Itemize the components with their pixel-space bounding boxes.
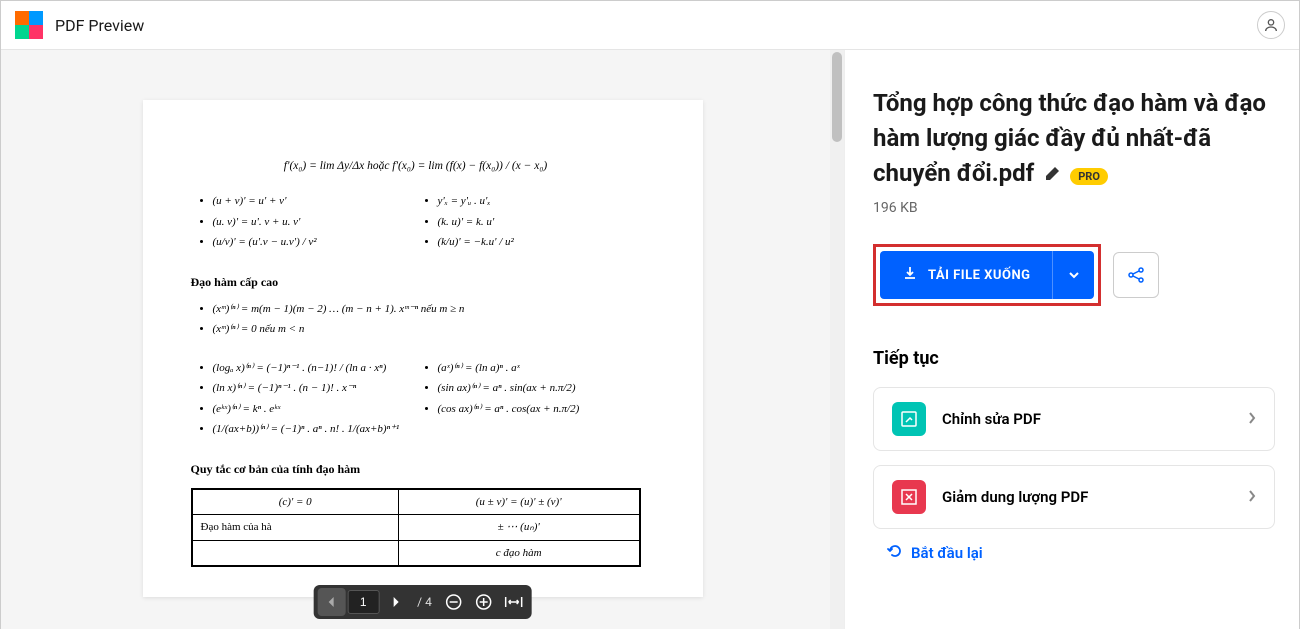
table-cell: c đạo hàm [398,540,639,566]
compress-pdf-card[interactable]: Giảm dung lượng PDF [873,465,1275,529]
restart-icon [887,543,903,563]
chevron-right-icon [1248,488,1256,507]
table-cell: Đạo hàm của hà [192,515,398,541]
formula-item: (cos ax)⁽ⁿ⁾ = aⁿ . cos(ax + n.π/2) [438,401,641,418]
edit-pdf-card[interactable]: Chỉnh sửa PDF [873,387,1275,451]
file-title: Tổng hợp công thức đạo hàm và đạo hàm lư… [873,89,1266,187]
formula-item: (u. v)' = u'. v + u. v' [213,214,416,231]
formula-item: (k/u)' = −k.u' / u² [438,234,641,251]
restart-button[interactable]: Bắt đầu lại [873,543,1275,563]
edit-pdf-icon [892,402,926,436]
pro-badge: PRO [1070,168,1108,185]
formula-text: f'(x₀) = lim Δy/Δx hoặc f'(x₀) = lim (f(… [191,158,641,175]
compress-pdf-label: Giảm dung lượng PDF [942,488,1232,506]
next-page-button[interactable] [381,588,409,616]
page-number-input[interactable] [347,590,379,614]
pdf-preview-pane: f'(x₀) = lim Δy/Δx hoặc f'(x₀) = lim (f(… [1,50,844,629]
formula-item: (xᵐ)⁽ⁿ⁾ = m(m − 1)(m − 2) … (m − n + 1).… [213,301,641,318]
formula-item: (k. u)' = k. u' [438,214,641,231]
formula-item: (xᵐ)⁽ⁿ⁾ = 0 nếu m < n [213,321,641,338]
formula-item: (ln x)⁽ⁿ⁾ = (−1)ⁿ⁻¹ . (n − 1)! . x⁻ⁿ [213,380,416,397]
table-cell: ± ⋯ (uₙ)' [398,515,639,541]
app-logo [15,11,43,39]
user-avatar[interactable] [1257,11,1285,39]
download-icon [902,265,918,285]
table-cell: (u ± v)' = (u)' ± (v)' [398,489,639,515]
rename-icon[interactable] [1044,166,1060,186]
app-header: PDF Preview [1,1,1299,50]
formula-item: (eᵏˣ)⁽ⁿ⁾ = kⁿ . eᵏˣ [213,401,416,418]
formula-item: (u/v)' = (u'.v − u.v') / v² [213,234,416,251]
page-toolbar: / 4 [313,585,532,619]
formula-item: (sin ax)⁽ⁿ⁾ = aⁿ . sin(ax + n.π/2) [438,380,641,397]
pdf-page: f'(x₀) = lim Δy/Δx hoặc f'(x₀) = lim (f(… [143,100,703,597]
table-cell: (c)' = 0 [192,489,398,515]
rules-table: (c)' = 0 (u ± v)' = (u)' ± (v)' Đạo hàm … [191,488,641,568]
download-button[interactable]: TẢI FILE XUỐNG [880,251,1094,299]
header-title: PDF Preview [55,16,144,35]
download-label: TẢI FILE XUỐNG [928,268,1030,283]
chevron-right-icon [1248,410,1256,429]
zoom-in-button[interactable] [470,588,498,616]
download-highlight: TẢI FILE XUỐNG [873,244,1101,306]
zoom-out-button[interactable] [440,588,468,616]
page-total-label: / 4 [411,595,438,609]
edit-pdf-label: Chỉnh sửa PDF [942,410,1232,428]
compress-pdf-icon [892,480,926,514]
sidebar: Tổng hợp công thức đạo hàm và đạo hàm lư… [844,50,1299,629]
formula-item: (1/(ax+b))⁽ⁿ⁾ = (−1)ⁿ . aⁿ . n! . 1/(ax+… [213,421,416,438]
formula-item: y'ₓ = y'ᵤ . u'ₓ [438,193,641,210]
fit-width-button[interactable] [500,588,528,616]
continue-heading: Tiếp tục [873,348,1275,369]
share-button[interactable] [1113,252,1159,298]
formula-item: (u + v)' = u' + v' [213,193,416,210]
file-size: 196 KB [873,200,1275,216]
scrollbar[interactable] [830,50,844,629]
section-heading: Đạo hàm cấp cao [191,273,641,291]
download-dropdown[interactable] [1052,251,1094,299]
prev-page-button[interactable] [317,588,345,616]
section-heading: Quy tắc cơ bản của tính đạo hàm [191,460,641,478]
formula-item: (aˣ)⁽ⁿ⁾ = (ln a)ⁿ . aˣ [438,360,641,377]
formula-item: (logₐ x)⁽ⁿ⁾ = (−1)ⁿ⁻¹ . (n−1)! / (ln a ·… [213,360,416,377]
restart-label: Bắt đầu lại [911,544,983,562]
